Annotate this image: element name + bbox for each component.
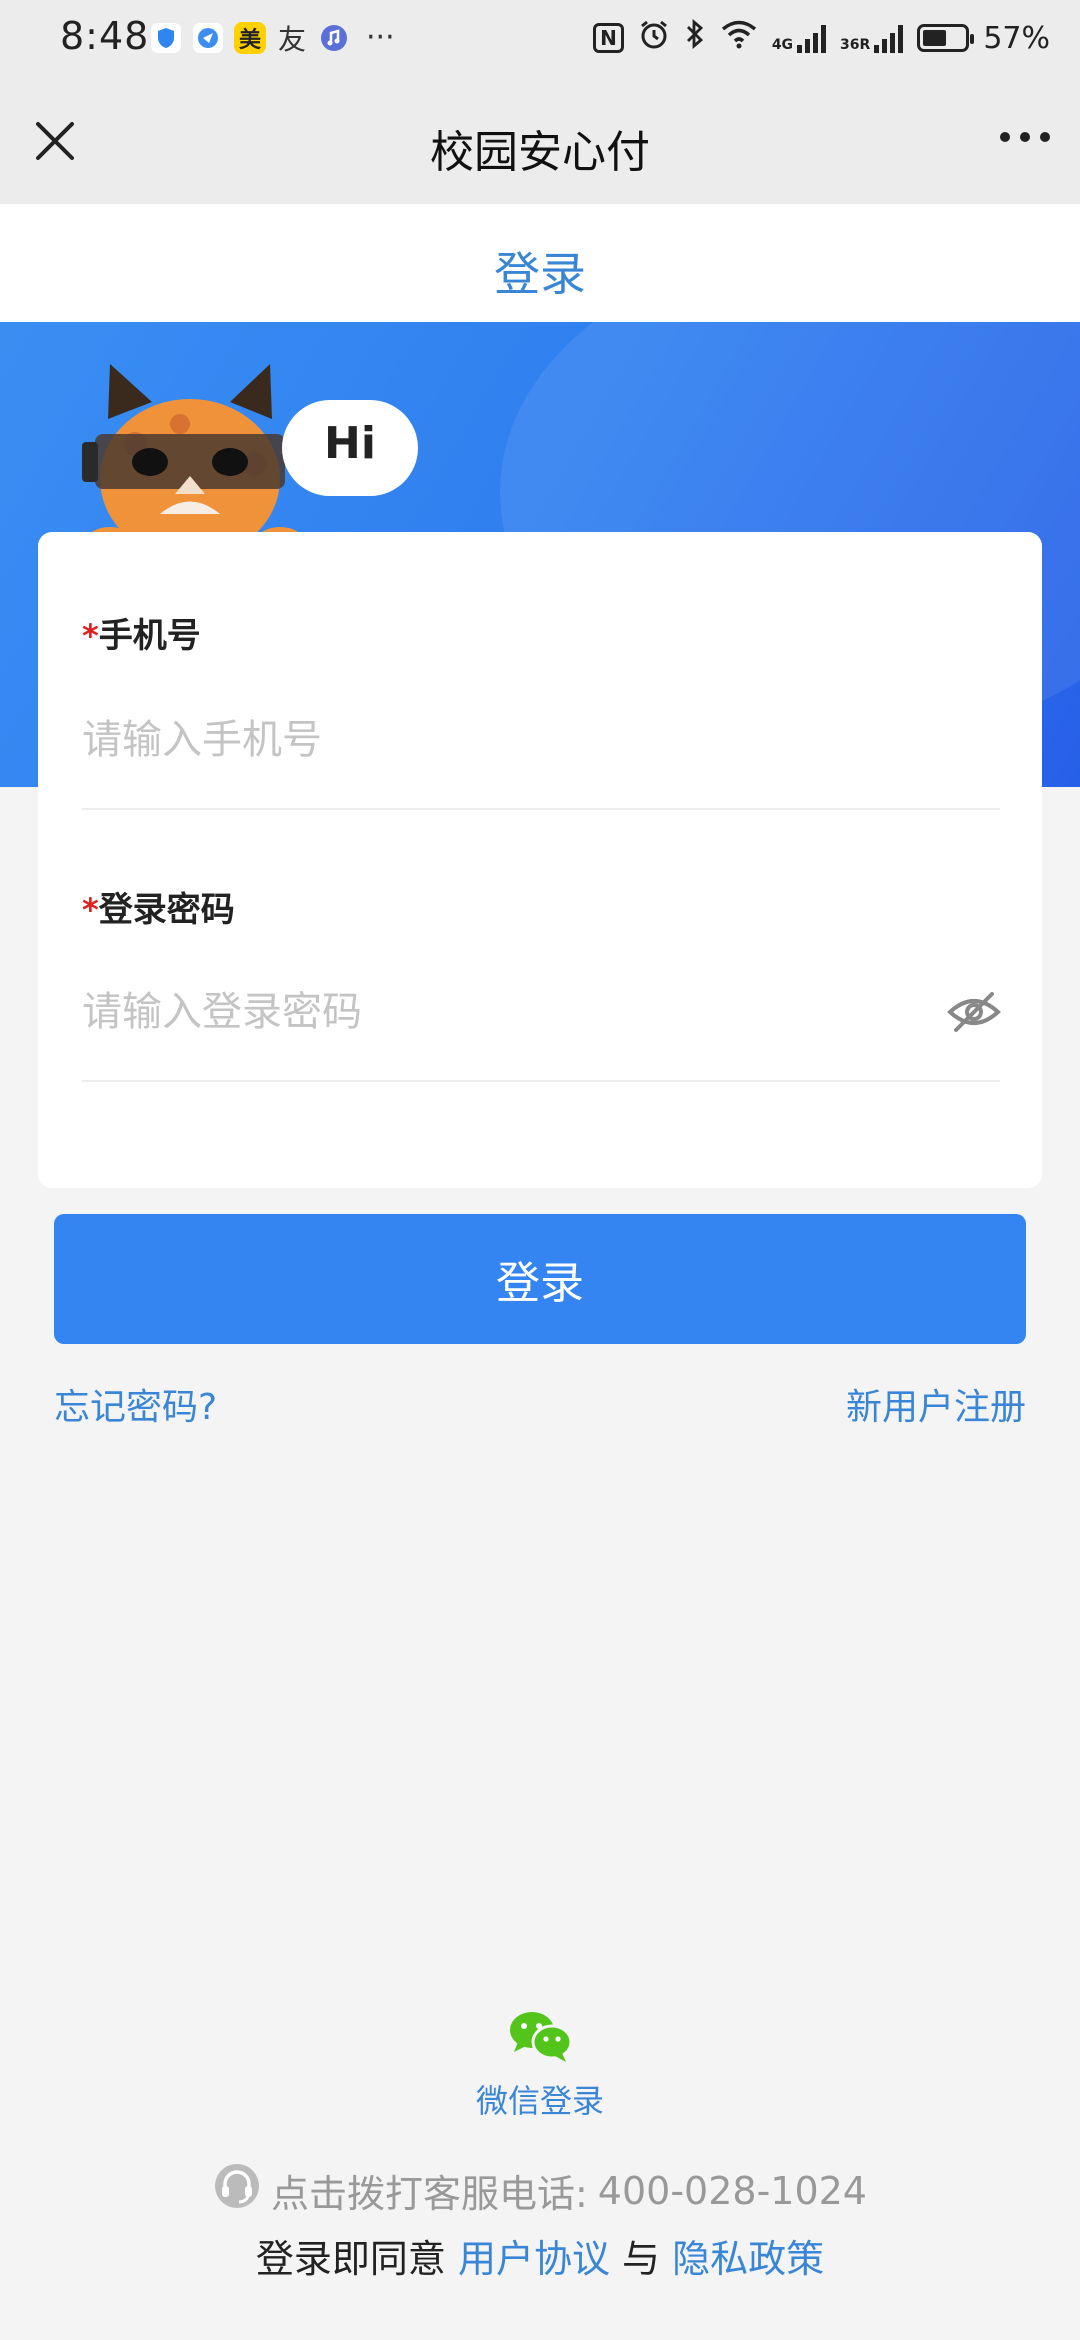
status-app-icons: 美 友 ··· bbox=[150, 20, 395, 56]
greeting-bubble: Hi bbox=[282, 400, 418, 496]
tab-login[interactable]: 登录 bbox=[0, 238, 1080, 304]
headset-icon bbox=[213, 2162, 261, 2219]
friend-app-icon: 友 bbox=[277, 22, 306, 56]
user-agreement-link[interactable]: 用户协议 bbox=[458, 2237, 610, 2281]
status-time: 8:48 bbox=[60, 14, 150, 58]
signal-3g-icon: 36R bbox=[840, 23, 904, 53]
wechat-icon[interactable] bbox=[508, 2008, 573, 2064]
more-options-icon[interactable] bbox=[1000, 132, 1050, 142]
service-label: 点击拨打客服电话: bbox=[270, 2172, 588, 2216]
phone-label: *手机号 bbox=[82, 616, 201, 656]
nav-bar: 校园安心付 bbox=[0, 78, 1080, 204]
divider bbox=[82, 1080, 1000, 1082]
register-link[interactable]: 新用户注册 bbox=[846, 1378, 1026, 1430]
divider bbox=[82, 808, 1000, 810]
greeting-text: Hi bbox=[324, 418, 376, 469]
shield-app-icon bbox=[150, 22, 182, 54]
wechat-login-link[interactable]: 微信登录 bbox=[0, 2076, 1080, 2122]
meituan-app-icon: 美 bbox=[234, 21, 266, 54]
status-system-icons: N 4G 36R 57% bbox=[593, 18, 1050, 58]
nfc-icon: N bbox=[593, 23, 624, 53]
agreement-prefix: 登录即同意 bbox=[255, 2237, 446, 2281]
required-mark: * bbox=[82, 891, 99, 929]
status-bar: 8:48 美 友 ··· N 4G 36R 57% bbox=[0, 0, 1080, 78]
wifi-icon bbox=[720, 19, 758, 57]
eye-off-icon[interactable] bbox=[946, 984, 1002, 1040]
signal-4g-icon: 4G bbox=[772, 23, 827, 53]
agreement-text: 登录即同意 用户协议 与 隐私政策 bbox=[0, 2228, 1080, 2283]
required-mark: * bbox=[82, 617, 99, 655]
phone-input[interactable] bbox=[82, 690, 998, 790]
login-button[interactable]: 登录 bbox=[54, 1214, 1026, 1344]
tab-bar: 登录 bbox=[0, 204, 1080, 322]
battery-percent: 57% bbox=[983, 20, 1050, 56]
password-label: *登录密码 bbox=[82, 890, 235, 930]
battery-icon bbox=[917, 24, 975, 52]
bluetooth-icon bbox=[684, 18, 706, 58]
service-phone[interactable]: 400-028-1024 bbox=[598, 2169, 867, 2213]
agreement-and: 与 bbox=[622, 2237, 661, 2281]
music-app-icon bbox=[318, 22, 350, 54]
browser-app-icon bbox=[192, 22, 224, 54]
customer-service[interactable]: 点击拨打客服电话: 400-028-1024 bbox=[0, 2162, 1080, 2219]
cat-mascot-icon bbox=[82, 364, 302, 544]
privacy-policy-link[interactable]: 隐私政策 bbox=[672, 2237, 824, 2281]
page-title: 校园安心付 bbox=[430, 127, 650, 178]
password-input[interactable] bbox=[82, 962, 902, 1062]
status-more: ··· bbox=[366, 20, 395, 55]
login-form-card: *手机号 *登录密码 bbox=[38, 532, 1042, 1188]
forgot-password-link[interactable]: 忘记密码? bbox=[54, 1378, 217, 1430]
battery-level bbox=[923, 30, 947, 46]
alarm-icon bbox=[638, 18, 670, 58]
